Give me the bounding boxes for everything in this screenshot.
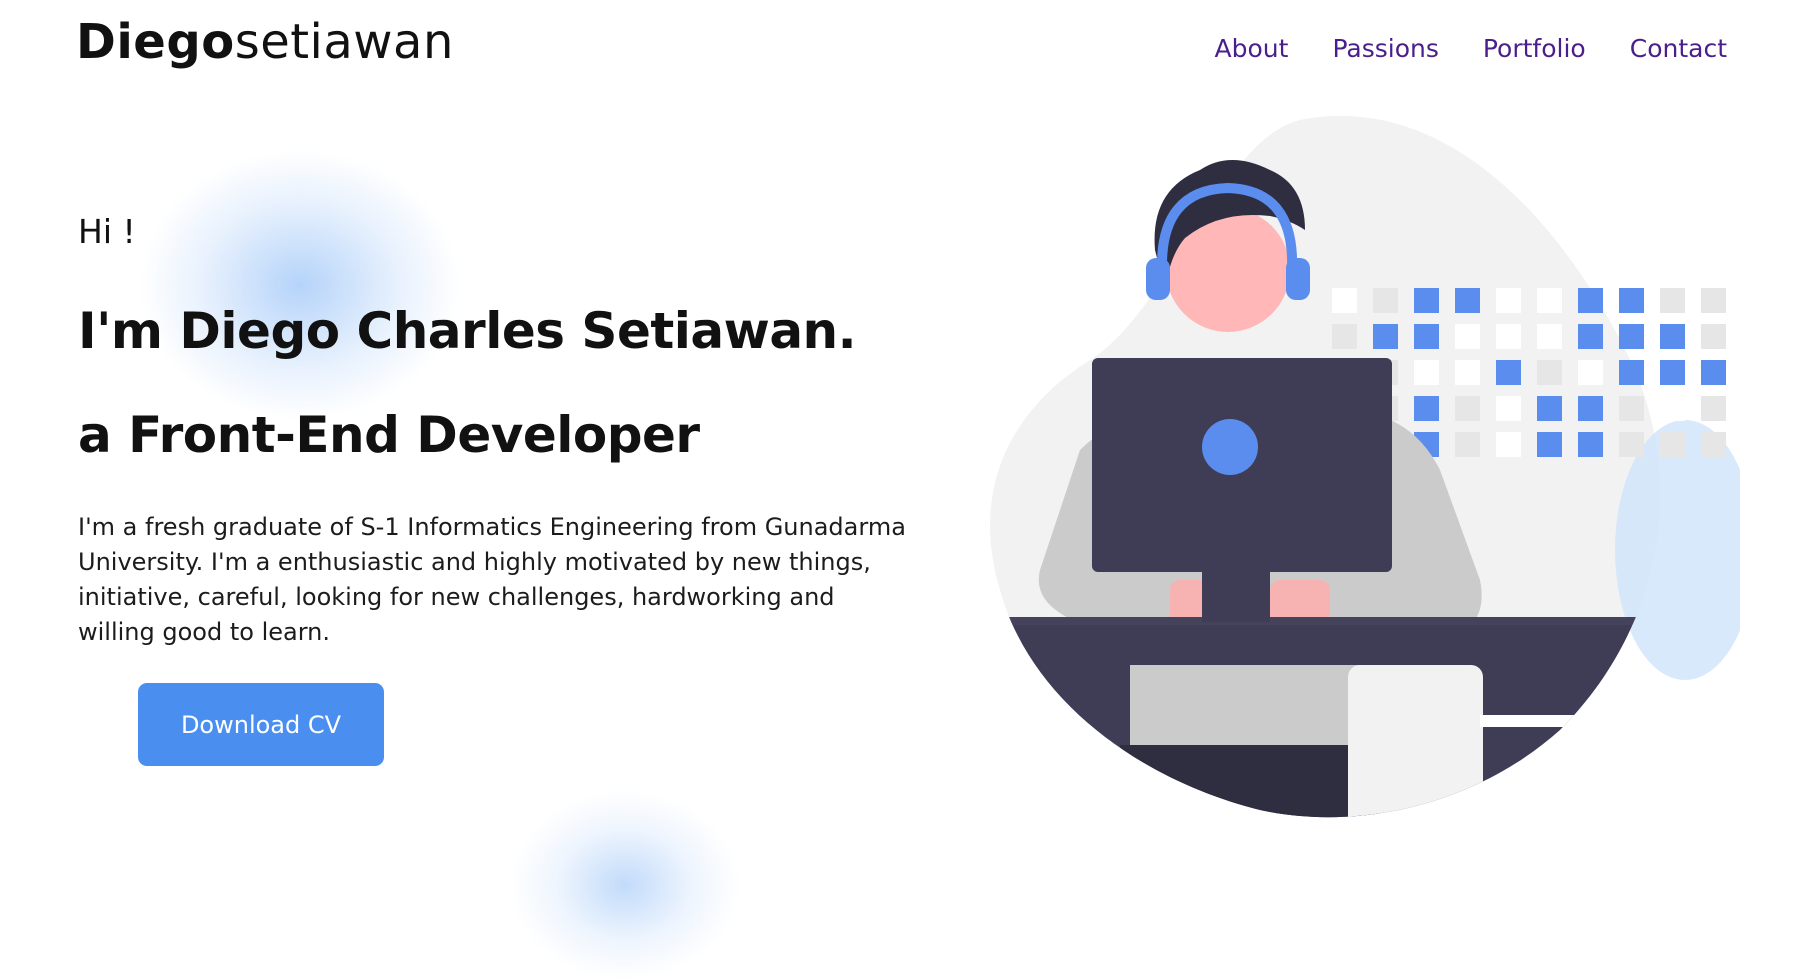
pattern-square <box>1414 360 1439 385</box>
nav-link-about[interactable]: About <box>1215 34 1289 63</box>
headphone-right-cup <box>1286 258 1310 300</box>
lower-body-shape <box>1120 745 1380 818</box>
hero-section: Hi ! I'm Diego Charles Setiawan. a Front… <box>78 210 928 650</box>
chair-arm-shape <box>1480 715 1660 727</box>
hero-name-heading: I'm Diego Charles Setiawan. <box>78 302 857 360</box>
pattern-square <box>1373 288 1398 313</box>
pattern-square <box>1619 288 1644 313</box>
pattern-square <box>1455 288 1480 313</box>
hero-role-heading: a Front-End Developer <box>78 406 700 464</box>
pattern-square <box>1578 324 1603 349</box>
pattern-square <box>1537 324 1562 349</box>
pattern-square <box>1619 360 1644 385</box>
pattern-square <box>1660 288 1685 313</box>
logo-bold-text: Diego <box>76 14 235 70</box>
site-logo[interactable]: Diegosetiawan <box>76 14 454 70</box>
chair-shape <box>1348 665 1483 818</box>
pattern-square <box>1660 324 1685 349</box>
monitor-stand-shape <box>1202 570 1270 622</box>
pattern-square <box>1414 288 1439 313</box>
desk-edge-shape <box>990 617 1660 625</box>
pattern-square <box>1619 324 1644 349</box>
pattern-square <box>1537 432 1562 457</box>
pattern-square <box>1619 396 1644 421</box>
legs-shape <box>1130 665 1370 755</box>
pattern-square <box>1332 324 1357 349</box>
pattern-square <box>1496 432 1521 457</box>
pattern-square <box>1537 288 1562 313</box>
pattern-square <box>1537 360 1562 385</box>
nav-link-passions[interactable]: Passions <box>1332 34 1438 63</box>
decorative-blur-blob <box>510 790 740 980</box>
headphone-left-cup <box>1146 258 1170 300</box>
pattern-square <box>1496 396 1521 421</box>
pattern-square <box>1701 432 1726 457</box>
pattern-square <box>1660 396 1685 421</box>
pattern-square <box>1578 432 1603 457</box>
pattern-square <box>1332 288 1357 313</box>
developer-illustration <box>990 115 1740 818</box>
pattern-square <box>1619 432 1644 457</box>
pattern-square <box>1496 324 1521 349</box>
hero-greeting: Hi ! <box>78 212 136 251</box>
pattern-square <box>1701 324 1726 349</box>
pattern-square <box>1578 396 1603 421</box>
pattern-square <box>1537 396 1562 421</box>
pattern-square <box>1455 396 1480 421</box>
pattern-square <box>1373 324 1398 349</box>
nav-link-portfolio[interactable]: Portfolio <box>1483 34 1586 63</box>
nav-link-contact[interactable]: Contact <box>1630 34 1727 63</box>
pattern-square <box>1496 288 1521 313</box>
pattern-square <box>1701 360 1726 385</box>
pattern-square <box>1701 396 1726 421</box>
pattern-square <box>1660 360 1685 385</box>
download-cv-button[interactable]: Download CV <box>138 683 384 766</box>
pattern-square <box>1455 432 1480 457</box>
pattern-square <box>1455 360 1480 385</box>
pattern-square <box>1496 360 1521 385</box>
hero-description: I'm a fresh graduate of S-1 Informatics … <box>78 513 906 646</box>
pattern-square <box>1414 324 1439 349</box>
main-nav: About Passions Portfolio Contact <box>1215 34 1727 63</box>
pattern-square <box>1414 396 1439 421</box>
pattern-square <box>1455 324 1480 349</box>
pattern-square <box>1701 288 1726 313</box>
logo-light-text: setiawan <box>234 14 454 70</box>
pattern-square <box>1660 432 1685 457</box>
pattern-square <box>1578 360 1603 385</box>
monitor-logo-dot <box>1202 419 1258 475</box>
pattern-square <box>1578 288 1603 313</box>
